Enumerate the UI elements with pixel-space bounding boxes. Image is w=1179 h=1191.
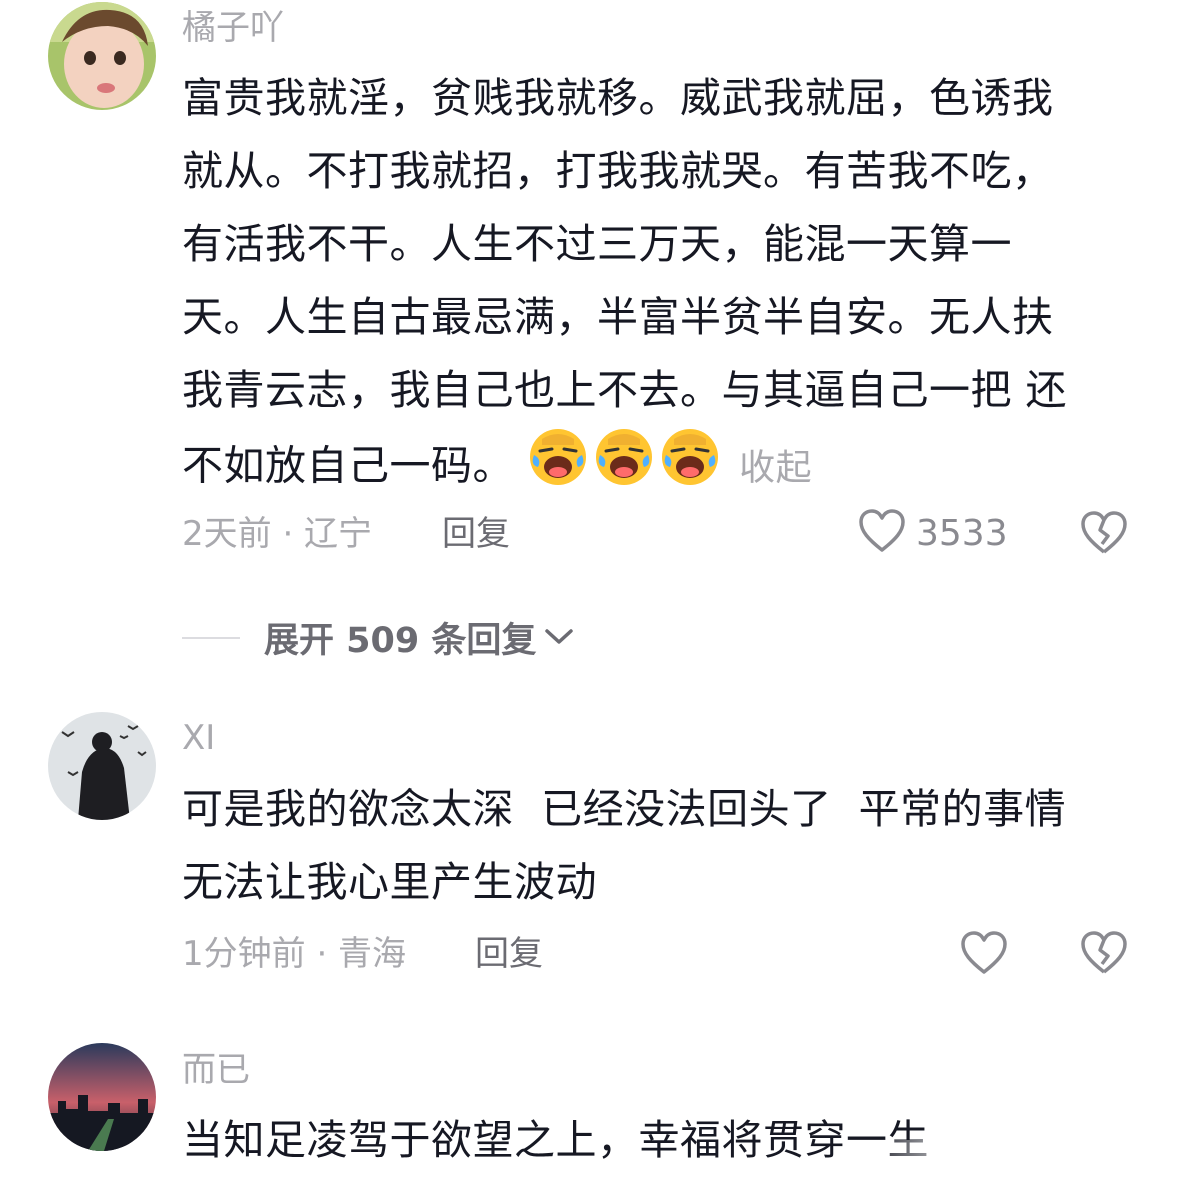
comment-text: 可是我的欲念太深 已经没法回头了 平常的事情 无法让我心里产生波动 bbox=[182, 773, 1132, 919]
reply-button[interactable]: 回复 bbox=[442, 514, 510, 554]
comment-text-last-line: 不如放自己一码。 收起 bbox=[182, 427, 1132, 510]
laughing-crying-emoji bbox=[528, 427, 588, 510]
like-count: 3533 bbox=[916, 512, 1008, 554]
laughing-crying-emoji bbox=[594, 427, 654, 510]
silhouette-avatar-image bbox=[48, 712, 156, 820]
username[interactable]: XI bbox=[182, 718, 215, 758]
collapse-button[interactable]: 收起 bbox=[739, 448, 812, 489]
comment-text-line: 富贵我就淫，贫贱我就移。威武我就屈，色诱我 bbox=[182, 74, 1054, 122]
comment-text-line: 我青云志，我自己也上不去。与其逼自己一把 还 bbox=[182, 366, 1068, 414]
username[interactable]: 橘子吖 bbox=[182, 8, 284, 48]
comment-text-line: 有活我不干。人生不过三万天，能混一天算一 bbox=[182, 220, 1012, 268]
divider-line bbox=[182, 636, 240, 639]
chevron-down-icon bbox=[544, 626, 574, 650]
like-button[interactable] bbox=[960, 930, 1018, 980]
cityscape-avatar-image bbox=[48, 1043, 156, 1151]
comment-text-line: 就从。不打我就招，打我我就哭。有苦我不吃， bbox=[182, 147, 1054, 195]
comment-text-line: 天。人生自古最忌满，半富半贫半自安。无人扶 bbox=[182, 293, 1054, 341]
expand-replies-button[interactable]: 展开 509 条回复 bbox=[182, 612, 574, 663]
comment-meta: 1分钟前 · 青海 bbox=[182, 934, 407, 974]
dislike-button[interactable] bbox=[1080, 930, 1128, 980]
broken-heart-icon bbox=[1080, 931, 1128, 980]
comment-text: 富贵我就淫，贫贱我就移。威武我就屈，色诱我 就从。不打我就招，打我我就哭。有苦我… bbox=[182, 62, 1132, 510]
reply-button[interactable]: 回复 bbox=[475, 934, 543, 974]
heart-icon bbox=[960, 930, 1008, 980]
bottom-fade-overlay bbox=[860, 1140, 1179, 1191]
avatar[interactable] bbox=[48, 712, 156, 820]
avatar[interactable] bbox=[48, 1043, 156, 1151]
broken-heart-icon bbox=[1080, 511, 1128, 560]
expand-replies-label: 展开 509 条回复 bbox=[264, 621, 537, 661]
heart-icon bbox=[858, 508, 906, 558]
comment-text-line: 无法让我心里产生波动 bbox=[182, 858, 597, 906]
dislike-button[interactable] bbox=[1080, 510, 1128, 560]
comment-meta: 2天前 · 辽宁 bbox=[182, 514, 373, 554]
avatar[interactable] bbox=[48, 2, 156, 110]
like-button[interactable]: 3533 bbox=[858, 508, 1008, 558]
laughing-crying-emoji bbox=[660, 427, 720, 510]
comment-text-line: 可是我的欲念太深 已经没法回头了 平常的事情 bbox=[182, 785, 1067, 833]
username[interactable]: 而已 bbox=[182, 1050, 250, 1090]
child-avatar-image bbox=[48, 2, 156, 110]
comment-text-line: 不如放自己一码。 bbox=[182, 441, 514, 490]
